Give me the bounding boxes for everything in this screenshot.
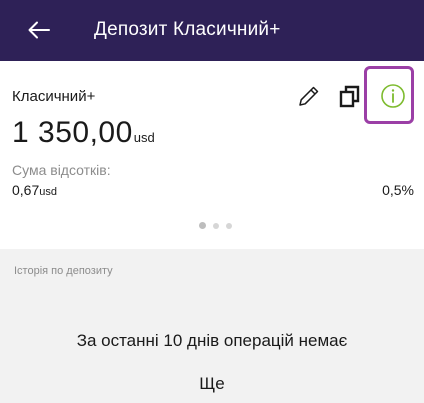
page-dot-1[interactable] — [199, 222, 206, 229]
history-header: Історія по депозиту — [14, 265, 113, 277]
amount-currency: usd — [133, 130, 155, 145]
interest-amount: 0,67usd — [12, 182, 57, 198]
amount-value: 1 350,00 — [12, 116, 133, 149]
pencil-icon — [299, 86, 319, 106]
more-link[interactable]: Ще — [0, 374, 424, 394]
edit-button[interactable] — [296, 83, 322, 109]
copy-icon — [339, 85, 360, 108]
empty-history-message: За останні 10 днів операцій немає — [76, 331, 348, 350]
page-dot-3[interactable] — [226, 222, 232, 229]
arrow-left-icon — [28, 21, 50, 39]
info-highlight-frame — [364, 66, 414, 124]
interest-rate: 0,5% — [382, 182, 414, 198]
copy-button[interactable] — [338, 83, 362, 109]
interest-label: Сума відсотків: — [12, 162, 111, 178]
interest-value: 0,67 — [12, 182, 40, 198]
page-title: Депозит Класичний+ — [94, 19, 281, 40]
back-button[interactable] — [26, 17, 52, 43]
page-dot-2[interactable] — [213, 222, 219, 229]
top-bar: Депозит Класичний+ — [0, 0, 424, 61]
deposit-card: Класичний+ 1 350,00usd Сума відсотків: 0… — [0, 61, 424, 249]
deposit-name: Класичний+ — [12, 88, 96, 105]
deposit-amount: 1 350,00usd — [12, 116, 155, 150]
interest-currency: usd — [39, 186, 57, 198]
page-indicator — [199, 222, 232, 229]
